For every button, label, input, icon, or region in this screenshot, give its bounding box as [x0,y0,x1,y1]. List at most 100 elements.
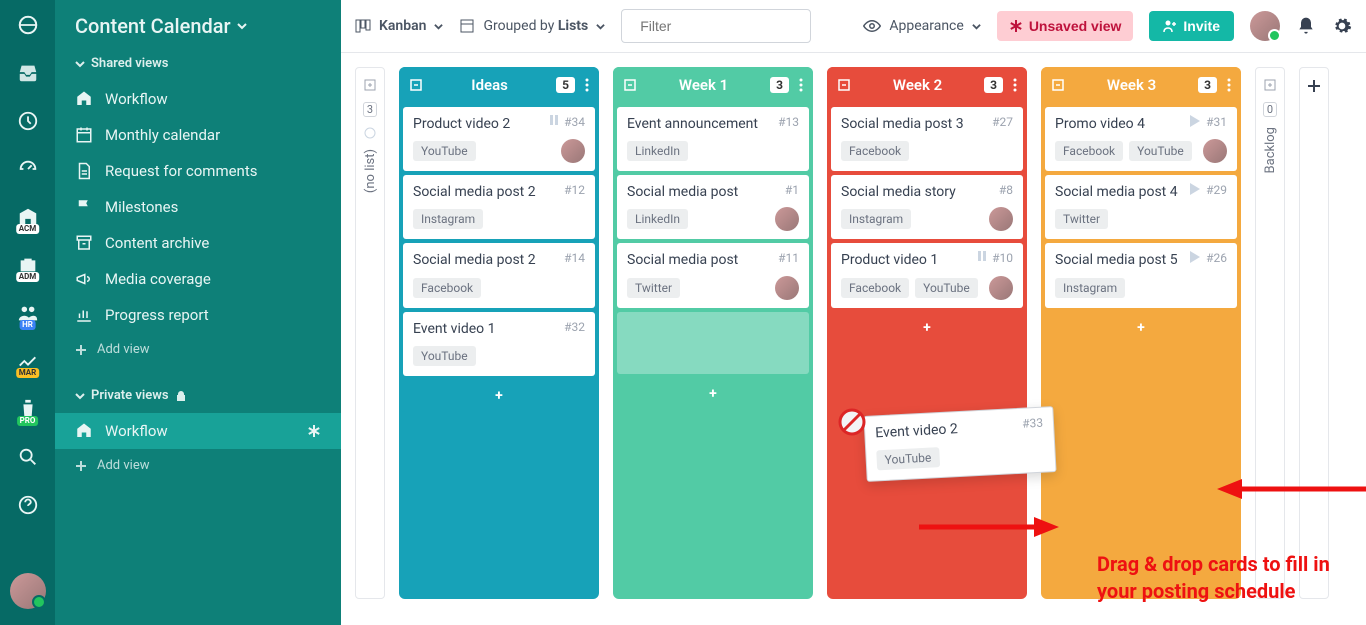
add-card-button[interactable]: + [827,312,1027,344]
sidebar-item-milestones[interactable]: Milestones [55,189,341,225]
unsaved-view-button[interactable]: Unsaved view [997,11,1134,41]
column-week-3: Week 3 3 Promo video 4#31 FacebookYouTub… [1041,67,1241,599]
tag: Instagram [841,209,911,229]
workspace-mar-icon[interactable]: MAR [17,350,39,372]
card-title: Social media post 5 [1055,251,1184,269]
add-card-button[interactable]: + [399,380,599,412]
column-menu-icon[interactable] [585,78,589,92]
private-views-header[interactable]: Private views [75,388,321,403]
sidebar-item-media-coverage[interactable]: Media coverage [55,261,341,297]
assignee-avatar[interactable] [1203,139,1227,163]
column-menu-icon[interactable] [1013,78,1017,92]
backlog-column[interactable]: 0 Backlog [1255,67,1285,599]
workspace-pro-icon[interactable]: PRO [17,398,39,420]
help-icon[interactable] [17,494,39,516]
sidebar-item-request-for-comments[interactable]: Request for comments [55,153,341,189]
gauge-icon[interactable] [17,158,39,180]
add-card-button[interactable]: + [1041,312,1241,344]
card-id: #13 [778,115,799,129]
home-icon [75,422,93,440]
card[interactable]: Event video 1#32 YouTube [403,312,595,376]
nolist-label: (no list) [363,149,378,193]
card[interactable]: Social media post 2#12 Instagram [403,175,595,239]
shared-views-header[interactable]: Shared views [75,56,321,71]
card[interactable]: Social media post 3#27 Facebook [831,107,1023,171]
column-week-1: Week 1 3 Event announcement#13 LinkedIn … [613,67,813,599]
settings-icon[interactable] [1332,16,1352,36]
sidebar-item-label: Request for comments [105,162,258,180]
sidebar-item-progress-report[interactable]: Progress report [55,297,341,333]
sidebar-item-workflow[interactable]: Workflow [55,413,341,449]
assignee-avatar[interactable] [775,276,799,300]
card-id: #31 [1206,115,1227,129]
tag: LinkedIn [627,141,688,161]
card-id: #34 [564,115,585,129]
group-by-selector[interactable]: Grouped by Lists [459,18,605,34]
card[interactable]: Social media post#1 LinkedIn [617,175,809,239]
notifications-icon[interactable] [1296,16,1316,36]
kanban-icon [355,18,371,34]
card-title: Social media post 3 [841,115,986,133]
expand-icon[interactable] [363,78,377,92]
logo-icon[interactable] [17,14,39,36]
workspace-hr-icon[interactable]: HR [17,302,39,324]
card[interactable]: Social media post 4#29 Twitter [1045,175,1237,239]
appearance-selector[interactable]: Appearance [863,17,980,35]
file-icon [75,162,93,180]
assignee-avatar[interactable] [561,139,585,163]
backlog-count: 0 [1263,102,1277,117]
plus-icon [75,344,87,356]
add-card-button[interactable]: + [613,378,813,410]
view-type-selector[interactable]: Kanban [355,18,443,34]
collapse-icon[interactable] [409,78,423,92]
nolist-column[interactable]: 3 (no list) [355,67,385,599]
tag: Facebook [413,278,481,298]
add-view-button[interactable]: Add view [55,333,341,366]
card[interactable]: Promo video 4#31 FacebookYouTube [1045,107,1237,171]
inbox-icon[interactable] [17,62,39,84]
card-title: Social media post 2 [413,183,558,201]
collapse-icon[interactable] [623,78,637,92]
column-header[interactable]: Week 2 3 [827,67,1027,103]
user-avatar[interactable] [10,573,46,609]
topbar-avatar[interactable] [1250,11,1280,41]
add-private-view-button[interactable]: Add view [55,449,341,482]
card[interactable]: Event announcement#13 LinkedIn [617,107,809,171]
card[interactable]: Social media post 5#26 Instagram [1045,243,1237,307]
filter-input[interactable] [640,18,821,34]
workspace-acm-icon[interactable]: ACM [17,206,39,228]
card[interactable]: Social media post#11 Twitter [617,243,809,307]
search-icon[interactable] [17,446,39,468]
card[interactable]: Social media story#8 Instagram [831,175,1023,239]
card[interactable]: Product video 2#34 YouTube [403,107,595,171]
card[interactable]: Product video 1#10 FacebookYouTube [831,243,1023,307]
card-id: #26 [1206,251,1227,265]
column-header[interactable]: Ideas 5 [399,67,599,103]
column-menu-icon[interactable] [1227,78,1231,92]
clock-icon[interactable] [17,110,39,132]
assignee-avatar[interactable] [989,276,1013,300]
sidebar-item-workflow[interactable]: Workflow [55,81,341,117]
play-icon [1190,251,1200,263]
column-header[interactable]: Week 3 3 [1041,67,1241,103]
column-menu-icon[interactable] [799,78,803,92]
invite-button[interactable]: Invite [1149,11,1234,41]
card[interactable]: Social media post 2#14 Facebook [403,243,595,307]
plus-icon [1306,78,1322,94]
sidebar-item-label: Progress report [105,306,209,324]
workspace-adm-icon[interactable]: ADM [17,254,39,276]
collapse-icon[interactable] [837,78,851,92]
collapse-icon[interactable] [1051,78,1065,92]
icon [364,127,376,139]
sidebar-item-monthly-calendar[interactable]: Monthly calendar [55,117,341,153]
filter-input-wrap[interactable] [621,9,811,43]
sidebar-item-label: Workflow [105,422,168,440]
add-column-button[interactable] [1299,67,1329,599]
sidebar-item-content-archive[interactable]: Content archive [55,225,341,261]
column-header[interactable]: Week 1 3 [613,67,813,103]
dragging-card[interactable]: Event video 2 #33 YouTube [863,406,1056,482]
project-title[interactable]: Content Calendar [55,14,341,56]
card-title: Social media post 4 [1055,183,1184,201]
chevron-down-icon [596,22,605,31]
expand-icon[interactable] [1263,78,1277,92]
